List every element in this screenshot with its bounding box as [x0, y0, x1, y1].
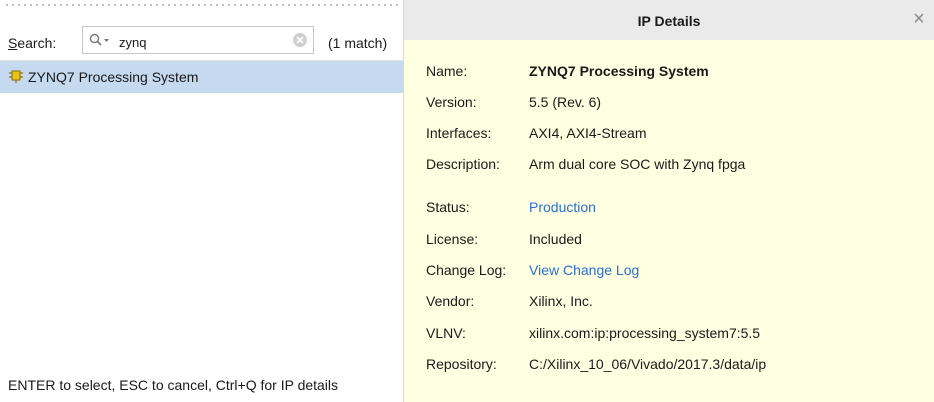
clear-search-icon[interactable]	[293, 33, 307, 47]
ip-details-panel: IP Details × Name: ZYNQ7 Processing Syste…	[404, 0, 934, 402]
search-input-value: zynq	[119, 35, 147, 50]
detail-label: Status:	[426, 199, 470, 215]
match-count: (1 match)	[328, 35, 388, 51]
detail-label: Repository:	[426, 356, 497, 372]
detail-value: Arm dual core SOC with Zynq fpga	[529, 156, 746, 172]
detail-label: Change Log:	[426, 262, 507, 278]
search-row: Search: zynq (1 match)	[0, 20, 403, 61]
detail-value: Included	[529, 231, 582, 247]
detail-row-description: Description: Arm dual core SOC with Zynq …	[426, 156, 745, 172]
detail-row-version: Version: 5.5 (Rev. 6)	[426, 94, 601, 110]
close-icon[interactable]: ×	[910, 9, 928, 29]
detail-row-license: License: Included	[426, 231, 582, 247]
view-change-log-link[interactable]: View Change Log	[529, 262, 639, 278]
detail-label: License:	[426, 231, 479, 247]
detail-value: Xilinx, Inc.	[529, 293, 593, 309]
detail-row-status: Status: Production	[426, 199, 596, 215]
detail-row-repository: Repository: C:/Xilinx_10_06/Vivado/2017.3…	[426, 356, 766, 372]
search-label: Search:	[8, 35, 57, 51]
list-item-label: ZYNQ7 Processing System	[28, 69, 199, 85]
detail-label: Name:	[426, 63, 468, 79]
detail-row-name: Name: ZYNQ7 Processing System	[426, 63, 709, 79]
detail-value: ZYNQ7 Processing System	[529, 63, 709, 79]
detail-label: Description:	[426, 156, 500, 172]
detail-row-interfaces: Interfaces: AXI4, AXI4-Stream	[426, 125, 647, 141]
search-input[interactable]: zynq	[82, 26, 314, 54]
detail-value: AXI4, AXI4-Stream	[529, 125, 647, 141]
ip-catalog-search-panel: Search: zynq (1 match) ZYNQ7 Processing …	[0, 0, 403, 402]
detail-label: Version:	[426, 94, 477, 110]
detail-label: Vendor:	[426, 293, 475, 309]
drag-grip[interactable]	[4, 2, 400, 8]
detail-row-change-log: Change Log: View Change Log	[426, 262, 639, 278]
detail-label: Interfaces:	[426, 125, 492, 141]
keyboard-hint: ENTER to select, ESC to cancel, Ctrl+Q f…	[8, 377, 339, 393]
detail-row-vendor: Vendor: Xilinx, Inc.	[426, 293, 593, 309]
detail-row-vlnv: VLNV: xilinx.com:ip:processing_system7:5.…	[426, 325, 760, 341]
ip-details-title: IP Details	[637, 13, 701, 29]
detail-value: xilinx.com:ip:processing_system7:5.5	[529, 325, 761, 341]
list-item[interactable]: ZYNQ7 Processing System	[0, 61, 403, 93]
search-icon[interactable]	[89, 33, 109, 47]
detail-value: 5.5 (Rev. 6)	[529, 94, 602, 110]
status-link[interactable]: Production	[529, 199, 596, 215]
ip-core-icon	[8, 68, 24, 84]
detail-label: VLNV:	[426, 325, 466, 341]
detail-value: C:/Xilinx_10_06/Vivado/2017.3/data/ip	[529, 356, 767, 372]
ip-details-header: IP Details ×	[404, 0, 934, 40]
